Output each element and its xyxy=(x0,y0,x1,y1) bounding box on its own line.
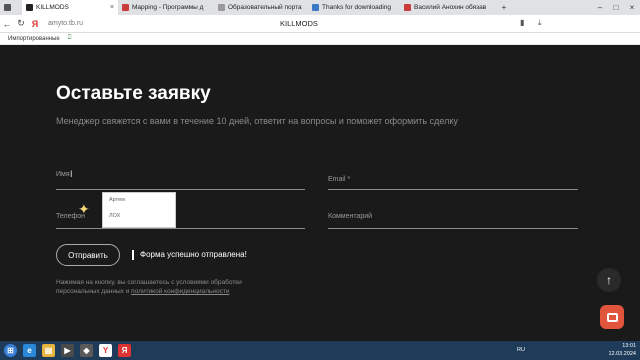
submit-button[interactable]: Отправить xyxy=(56,244,120,266)
start-icon[interactable]: ⊞ xyxy=(4,344,17,357)
tab-mapping[interactable]: Mapping - Программы д xyxy=(118,0,214,15)
language-indicator[interactable]: RU xyxy=(517,347,525,353)
gear-icon xyxy=(4,4,11,11)
autocomplete-option[interactable]: ЛОХ xyxy=(103,209,175,225)
text-cursor-icon: I xyxy=(70,169,73,179)
close-window-button[interactable]: × xyxy=(624,3,640,12)
autocomplete-option[interactable]: Артем xyxy=(103,193,175,209)
tab-education[interactable]: Образовательный порта xyxy=(214,0,308,15)
favicon-icon xyxy=(312,4,319,11)
killmods-icon xyxy=(26,4,33,11)
chat-button[interactable] xyxy=(600,305,624,329)
comment-field[interactable] xyxy=(328,213,578,229)
close-icon[interactable]: × xyxy=(110,4,114,11)
bookmark-icon[interactable]: ⍁ xyxy=(68,35,72,42)
page-title: KILLMODS xyxy=(280,19,318,28)
email-field[interactable] xyxy=(328,174,578,190)
success-message: Форма успешно отправлена! xyxy=(132,250,247,260)
yandex-icon[interactable]: Я xyxy=(28,19,42,29)
page-content: Оставьте заявку Менеджер свяжется с вами… xyxy=(0,45,640,341)
tab-label: Mapping - Программы д xyxy=(132,4,204,11)
maximize-button[interactable]: □ xyxy=(608,3,624,12)
sparkle-icon: ✦ xyxy=(78,201,90,217)
consent-text: Нажимая на кнопку, вы соглашаетесь с усл… xyxy=(56,278,276,296)
tab-bar: KILLMODS × Mapping - Программы д Образов… xyxy=(0,0,640,15)
tab-label: Образовательный порта xyxy=(228,4,302,11)
tab-label: Василий Анохин обязав xyxy=(414,4,487,11)
privacy-link[interactable]: политикой конфиденциальности xyxy=(131,288,229,295)
back-icon[interactable]: ← xyxy=(0,19,14,29)
autocomplete-dropdown: Артем ЛОХ xyxy=(102,192,176,228)
reload-icon[interactable]: ↻ xyxy=(14,18,28,29)
yandex-icon[interactable]: Я xyxy=(118,344,131,357)
tab-killmods[interactable]: KILLMODS × xyxy=(22,0,118,15)
tab-anokhin[interactable]: Василий Анохин обязав xyxy=(400,0,496,15)
favicon-icon xyxy=(218,4,225,11)
bookmark-imported[interactable]: Импортированные xyxy=(8,36,60,42)
explorer-icon[interactable]: ▤ xyxy=(42,344,55,357)
tab-label: Thanks for downloading xyxy=(322,4,392,11)
scroll-top-button[interactable]: ↑ xyxy=(597,268,621,292)
clock-date: 12.03.2024 xyxy=(608,351,636,357)
ie-icon[interactable]: e xyxy=(23,344,36,357)
bookmarks-bar: Импортированные ⍁ xyxy=(0,33,640,45)
clock-time: 13:01 xyxy=(622,343,636,349)
tab-label: KILLMODS xyxy=(36,4,69,11)
yandex-browser-icon[interactable]: Y xyxy=(99,344,112,357)
minimize-button[interactable]: – xyxy=(592,3,608,12)
tab-0[interactable] xyxy=(0,0,22,15)
phone-field[interactable] xyxy=(56,213,305,229)
new-tab-button[interactable]: + xyxy=(496,3,512,12)
download-icon[interactable]: ⤓ xyxy=(538,18,542,28)
arrow-up-icon: ↑ xyxy=(606,273,612,287)
address-bar: ← ↻ Я amyto.tb.ru KILLMODS ▮ ⤓ xyxy=(0,15,640,33)
form-title: Оставьте заявку xyxy=(56,83,211,104)
taskbar: ⊞ e ▤ ▶ ◆ Y Я RU 13:01 12.03.2024 xyxy=(0,341,640,360)
favicon-icon xyxy=(404,4,411,11)
media-icon[interactable]: ▶ xyxy=(61,344,74,357)
app-icon[interactable]: ◆ xyxy=(80,344,93,357)
form-subtitle: Менеджер свяжется с вами в течение 10 дн… xyxy=(56,116,458,126)
name-field[interactable] xyxy=(56,174,305,190)
bookmark-icon[interactable]: ▮ xyxy=(520,18,524,27)
favicon-icon xyxy=(122,4,129,11)
url-input[interactable]: amyto.tb.ru xyxy=(48,20,198,27)
system-clock[interactable]: 13:01 12.03.2024 xyxy=(608,342,636,358)
tab-thanks[interactable]: Thanks for downloading xyxy=(308,0,400,15)
chat-icon xyxy=(606,312,618,322)
